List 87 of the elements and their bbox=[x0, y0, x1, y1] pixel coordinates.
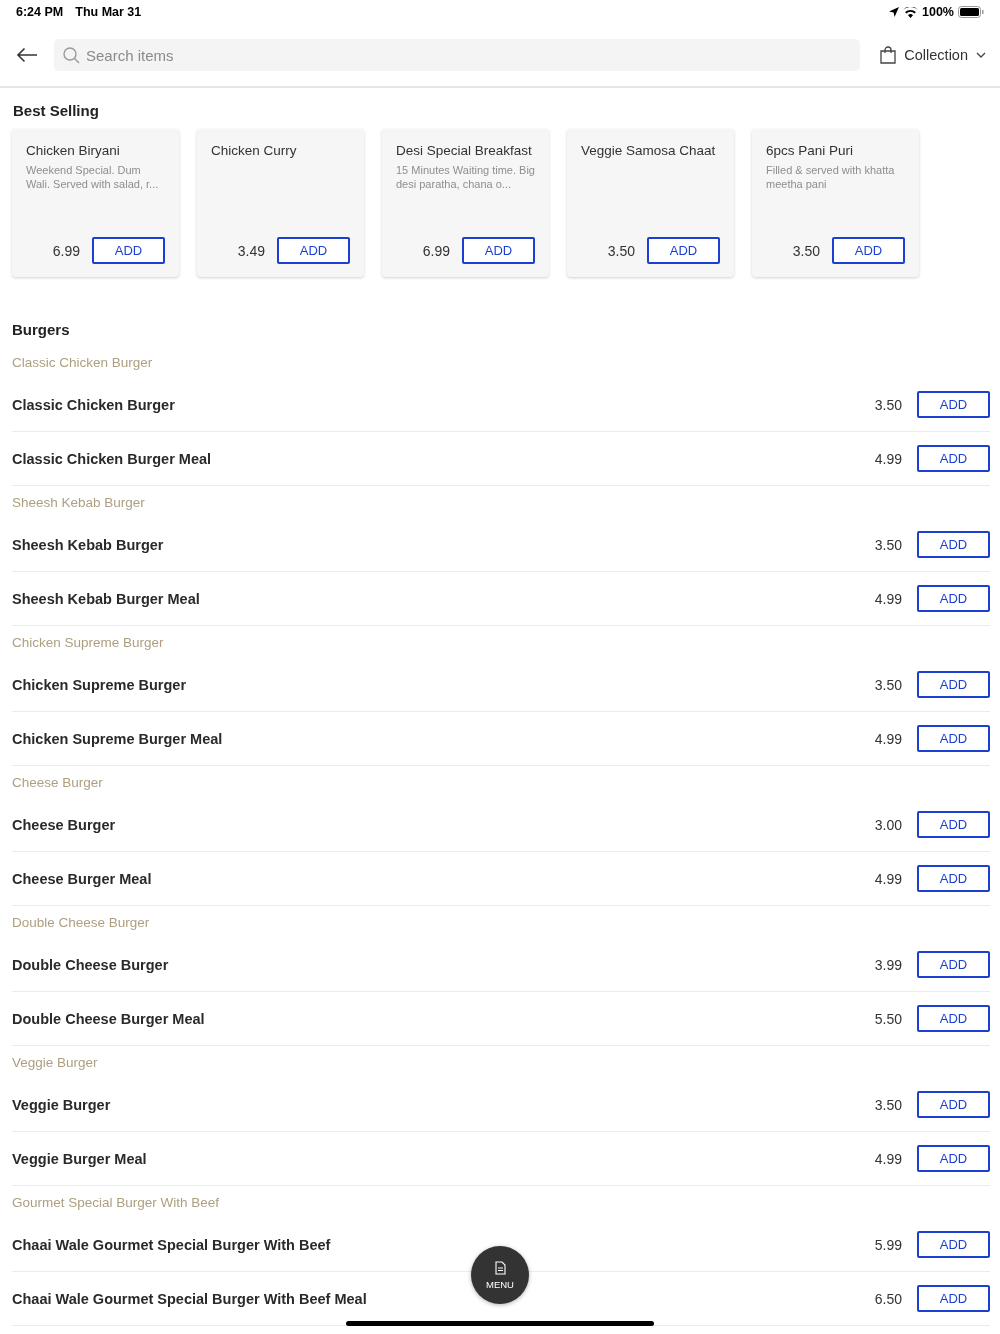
item-name: Sheesh Kebab Burger bbox=[12, 536, 164, 553]
item-name: Double Cheese Burger Meal bbox=[12, 1010, 205, 1027]
battery-icon bbox=[958, 6, 984, 18]
add-button[interactable]: ADD bbox=[647, 237, 720, 264]
product-name: Desi Special Breakfast bbox=[396, 143, 533, 158]
add-button[interactable]: ADD bbox=[917, 1285, 990, 1312]
item-name: Classic Chicken Burger Meal bbox=[12, 450, 212, 467]
add-button[interactable]: ADD bbox=[92, 237, 165, 264]
add-button[interactable]: ADD bbox=[917, 725, 990, 752]
item-name: Chaai Wale Gourmet Special Burger With Beef bbox=[12, 1236, 331, 1253]
item-name: Chicken Supreme Burger Meal bbox=[12, 730, 223, 747]
item-price: 4.99 bbox=[874, 870, 902, 887]
product-name: 6pcs Pani Puri bbox=[766, 143, 855, 158]
product-card[interactable]: 6pcs Pani Puri Filled & served with khatta meetha pani 3.50 ADD bbox=[752, 129, 919, 277]
product-card[interactable]: Chicken Curry 3.49 ADD bbox=[197, 129, 364, 277]
item-price: 5.99 bbox=[874, 1236, 902, 1253]
order-mode-dropdown[interactable]: Collection bbox=[876, 46, 986, 64]
item-name: Chicken Supreme Burger bbox=[12, 676, 187, 693]
subcategory-label: Sheesh Kebab Burger bbox=[12, 493, 146, 512]
add-button[interactable]: ADD bbox=[917, 671, 990, 698]
add-button[interactable]: ADD bbox=[917, 865, 990, 892]
subcategory-label: Double Cheese Burger bbox=[12, 913, 151, 932]
subcategory-label: Cheese Burger bbox=[12, 773, 104, 792]
product-price: 6.99 bbox=[422, 242, 450, 259]
item-price: 3.50 bbox=[874, 536, 902, 553]
product-price: 3.50 bbox=[607, 242, 635, 259]
status-date: Thu Mar 31 bbox=[75, 5, 142, 19]
back-icon[interactable] bbox=[16, 47, 38, 63]
item-price: 4.99 bbox=[874, 1150, 902, 1167]
item-name: Cheese Burger bbox=[12, 816, 116, 833]
add-button[interactable]: ADD bbox=[462, 237, 535, 264]
product-price: 3.50 bbox=[792, 242, 820, 259]
add-button[interactable]: ADD bbox=[917, 391, 990, 418]
item-price: 3.50 bbox=[874, 676, 902, 693]
add-button[interactable]: ADD bbox=[917, 1145, 990, 1172]
add-button[interactable]: ADD bbox=[917, 1231, 990, 1258]
add-button[interactable]: ADD bbox=[917, 531, 990, 558]
item-price: 3.99 bbox=[874, 956, 902, 973]
item-name: Classic Chicken Burger bbox=[12, 396, 175, 413]
add-button[interactable]: ADD bbox=[917, 585, 990, 612]
product-description: Filled & served with khatta meetha pani bbox=[766, 163, 896, 191]
status-time: 6:24 PM bbox=[16, 5, 64, 19]
menu-button[interactable]: MENU bbox=[471, 1246, 529, 1304]
battery-level: 100% bbox=[922, 5, 954, 19]
product-card[interactable]: Chicken Biryani Weekend Special. Dum Wali. Served with salad, r... 6.99 ADD bbox=[12, 129, 179, 277]
product-price: 3.49 bbox=[237, 242, 265, 259]
section-title: Burgers bbox=[12, 321, 71, 338]
section-title: Best Selling bbox=[13, 102, 100, 119]
item-price: 6.50 bbox=[874, 1290, 902, 1307]
wifi-icon bbox=[903, 6, 918, 18]
item-name: Chaai Wale Gourmet Special Burger With Beef Meal bbox=[12, 1290, 367, 1307]
add-button[interactable]: ADD bbox=[917, 811, 990, 838]
add-button[interactable]: ADD bbox=[277, 237, 350, 264]
product-name: Veggie Samosa Chaat bbox=[581, 143, 717, 158]
add-button[interactable]: ADD bbox=[917, 1005, 990, 1032]
chevron-down-icon bbox=[976, 52, 986, 58]
product-card[interactable]: Veggie Samosa Chaat 3.50 ADD bbox=[567, 129, 734, 277]
item-price: 4.99 bbox=[874, 590, 902, 607]
document-icon bbox=[494, 1260, 506, 1275]
item-name: Cheese Burger Meal bbox=[12, 870, 152, 887]
item-name: Veggie Burger Meal bbox=[12, 1150, 147, 1167]
item-name: Sheesh Kebab Burger Meal bbox=[12, 590, 200, 607]
add-button[interactable]: ADD bbox=[832, 237, 905, 264]
item-price: 3.50 bbox=[874, 396, 902, 413]
product-card[interactable]: Desi Special Breakfast 15 Minutes Waiting time. Big desi paratha, chana o... 6.99 ADD bbox=[382, 129, 549, 277]
product-name: Chicken Curry bbox=[211, 143, 298, 158]
item-price: 3.00 bbox=[874, 816, 902, 833]
search-field[interactable]: Search items bbox=[54, 39, 861, 71]
subcategory-label: Classic Chicken Burger bbox=[12, 353, 154, 372]
item-price: 5.50 bbox=[874, 1010, 902, 1027]
item-price: 3.50 bbox=[874, 1096, 902, 1113]
add-button[interactable]: ADD bbox=[917, 1091, 990, 1118]
bag-icon bbox=[880, 46, 897, 64]
subcategory-label: Chicken Supreme Burger bbox=[12, 633, 165, 652]
add-button[interactable]: ADD bbox=[917, 445, 990, 472]
product-description: Weekend Special. Dum Wali. Served with salad, r... bbox=[26, 163, 160, 191]
product-description: 15 Minutes Waiting time. Big desi paratha, chana o... bbox=[396, 163, 535, 191]
add-button[interactable]: ADD bbox=[917, 951, 990, 978]
item-name: Veggie Burger bbox=[12, 1096, 111, 1113]
item-price: 4.99 bbox=[874, 730, 902, 747]
subcategory-label: Veggie Burger bbox=[12, 1053, 99, 1072]
subcategory-label: Gourmet Special Burger With Beef bbox=[12, 1193, 221, 1212]
product-price: 6.99 bbox=[52, 242, 80, 259]
item-name: Double Cheese Burger bbox=[12, 956, 169, 973]
product-name: Chicken Biryani bbox=[26, 143, 121, 158]
item-price: 4.99 bbox=[874, 450, 902, 467]
location-icon bbox=[889, 7, 899, 17]
